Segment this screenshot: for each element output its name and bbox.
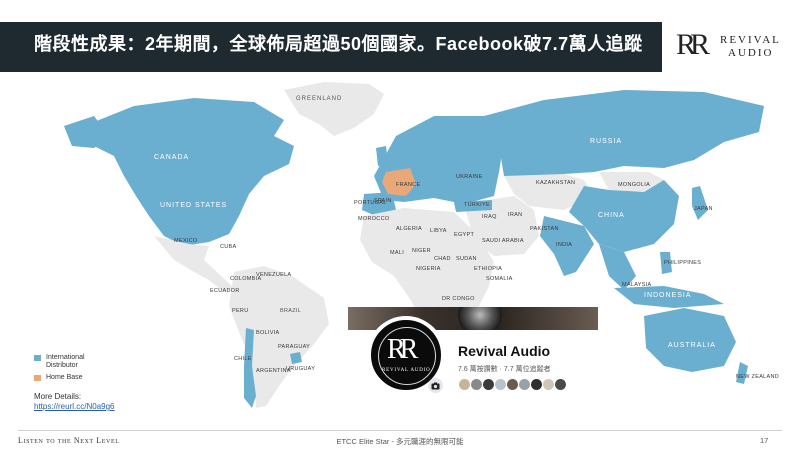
- map-label: BOLIVIA: [256, 330, 280, 336]
- slide-title: 階段性成果：2年期間，全球佈局超過50個國家。Facebook破7.7萬人追蹤: [34, 34, 643, 54]
- legend-swatch-distributor: [34, 355, 41, 361]
- legend-label: Home Base: [46, 374, 83, 381]
- avatar-logo-mark: RR: [387, 334, 418, 365]
- map-label: CANADA: [154, 154, 190, 161]
- map-label: INDONESIA: [644, 292, 692, 299]
- logo-mark: RR: [676, 28, 710, 61]
- map-label: CHAD: [434, 256, 451, 262]
- map-label: DR CONGO: [442, 296, 475, 302]
- map-label: PERU: [232, 308, 249, 314]
- map-label: SAUDI ARABIA: [482, 238, 524, 244]
- map-label: CUBA: [220, 244, 237, 250]
- camera-icon[interactable]: [428, 378, 443, 393]
- map-label: TÜRKIYE: [464, 202, 490, 208]
- facebook-page-name[interactable]: Revival Audio: [458, 343, 550, 359]
- footer-event-name: ETCC Elite Star - 多元職涯的無限可能: [336, 437, 464, 446]
- map-label: SUDAN: [456, 256, 477, 262]
- map-label: KAZAKHSTAN: [536, 180, 576, 186]
- map-legend: International Distributor Home Base: [34, 354, 106, 386]
- map-label: MONGOLIA: [618, 182, 651, 188]
- map-label: IRAQ: [482, 214, 497, 220]
- legend-item-distributor: International Distributor: [34, 354, 106, 370]
- more-details-label: More Details:: [34, 392, 82, 401]
- more-details-link[interactable]: https://reurl.cc/N0a9g6: [34, 402, 114, 412]
- land-new-zealand: [736, 362, 748, 384]
- revival-audio-logo: RR REVIVAL AUDIO: [662, 22, 800, 72]
- map-label: BRAZIL: [280, 308, 302, 314]
- map-label: CHILE: [234, 356, 252, 362]
- logo-line-1: REVIVAL: [720, 34, 781, 46]
- map-label: COLOMBIA: [230, 276, 262, 282]
- land-australia: [644, 308, 736, 372]
- map-label: MALI: [390, 250, 405, 256]
- map-label: PARAGUAY: [278, 344, 311, 350]
- logo-wordmark: REVIVAL AUDIO: [720, 34, 781, 60]
- map-label: MEXICO: [174, 238, 198, 244]
- map-label: JAPAN: [694, 206, 713, 212]
- map-label: MOROCCO: [358, 216, 390, 222]
- map-label: SOMALIA: [486, 276, 513, 282]
- land-greenland: [284, 82, 384, 136]
- footer-divider: [18, 430, 782, 431]
- land-north-america-distributor: [84, 98, 294, 246]
- avatar-logo-text: REVIVAL AUDIO: [382, 368, 431, 373]
- legend-swatch-home-base: [34, 375, 41, 381]
- land-japan: [692, 186, 708, 220]
- map-label: PAKISTAN: [530, 226, 559, 232]
- map-label: INDIA: [556, 242, 573, 248]
- map-label: EGYPT: [454, 232, 475, 238]
- more-details: More Details: https://reurl.cc/N0a9g6: [34, 392, 114, 412]
- speaker-driver-image: [458, 307, 502, 330]
- map-label: UKRAINE: [456, 174, 483, 180]
- slide-header: 階段性成果：2年期間，全球佈局超過50個國家。Facebook破7.7萬人追蹤 …: [0, 0, 800, 72]
- footer-tagline-text: Listen to the Next Level: [18, 436, 120, 445]
- map-label: RUSSIA: [590, 138, 623, 145]
- map-label: CHINA: [598, 212, 625, 219]
- map-label: UNITED STATES: [160, 202, 228, 209]
- facebook-page-stats: 7.6 萬按讚數 · 7.7 萬位追蹤者: [458, 366, 551, 373]
- map-label: NIGERIA: [416, 266, 441, 272]
- map-label: ETHIOPIA: [474, 266, 503, 272]
- land-russia: [484, 90, 764, 180]
- map-label: IRAN: [508, 212, 523, 218]
- map-label: MALAYSIA: [622, 282, 652, 288]
- map-label: NEW ZEALAND: [736, 374, 780, 380]
- land-uruguay: [290, 352, 302, 364]
- map-label: LIBYA: [430, 228, 447, 234]
- slide-footer: Listen to the Next Level ETCC Elite Star…: [0, 430, 800, 450]
- map-label: URUGUAY: [286, 366, 316, 372]
- map-label: AUSTRALIA: [668, 342, 716, 349]
- follower-avatar[interactable]: [554, 378, 567, 391]
- land-uk: [376, 146, 388, 166]
- legend-label: International Distributor: [46, 354, 85, 369]
- map-label: PHILIPPINES: [664, 260, 702, 266]
- map-label: FRANCE: [396, 182, 421, 188]
- camera-glyph: [431, 382, 440, 389]
- map-label: NIGER: [412, 248, 431, 254]
- legend-item-home-base: Home Base: [34, 374, 106, 382]
- map-label: ECUADOR: [210, 288, 240, 294]
- map-label: GREENLAND: [296, 96, 343, 102]
- logo-line-2: AUDIO: [728, 47, 774, 59]
- page-number: 17: [760, 436, 769, 445]
- map-label: ALGERIA: [396, 226, 422, 232]
- footer-tagline: Listen to the Next Level: [18, 436, 120, 445]
- map-label: PORTUGAL: [354, 200, 387, 206]
